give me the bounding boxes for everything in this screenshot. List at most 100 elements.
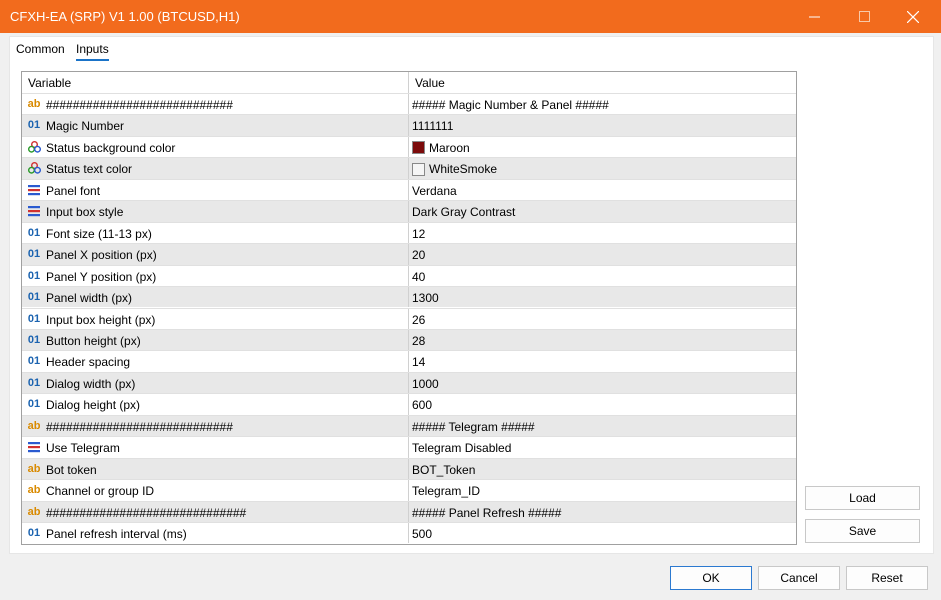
value-text: 1111111 <box>412 119 454 134</box>
load-button[interactable]: Load <box>805 486 920 510</box>
value-cell[interactable]: 28 <box>412 334 425 348</box>
save-button[interactable]: Save <box>805 519 920 543</box>
value-cell[interactable]: ##### Panel Refresh ##### <box>412 506 561 520</box>
column-divider <box>408 329 409 351</box>
integer-type-icon: 01 <box>27 398 41 411</box>
minimize-button[interactable] <box>791 0 837 33</box>
table-row[interactable]: ab Bot token BOT_Token <box>22 457 796 480</box>
close-icon <box>907 10 919 23</box>
value-cell[interactable]: ##### Magic Number & Panel ##### <box>412 98 609 112</box>
variable-cell: Magic Number <box>46 119 125 134</box>
close-button[interactable] <box>890 0 936 33</box>
table-row[interactable]: Status text color WhiteSmoke <box>22 157 796 179</box>
value-cell[interactable]: Dark Gray Contrast <box>412 205 515 219</box>
column-header-variable[interactable]: Variable <box>28 76 71 90</box>
variable-cell: Header spacing <box>46 355 131 370</box>
variable-cell: Status background color <box>46 140 176 155</box>
value-cell[interactable]: 26 <box>412 313 425 327</box>
table-row[interactable]: ab ############################ ##### Tele… <box>22 414 796 437</box>
value-cell[interactable]: Maroon <box>412 141 470 155</box>
table-row[interactable]: 01 Button height (px) 28 <box>22 328 796 351</box>
variable-cell: Use Telegram <box>46 441 120 456</box>
value-text: 20 <box>412 248 426 263</box>
title-bar: CFXH-EA (SRP) V1 1.00 (BTCUSD,H1) <box>0 0 941 33</box>
integer-type-icon: 01 <box>27 291 41 304</box>
value-cell[interactable]: 20 <box>412 248 425 262</box>
enum-type-icon <box>26 204 42 218</box>
integer-type-icon: 01 <box>27 226 41 239</box>
ok-button[interactable]: OK <box>670 566 752 590</box>
variable-cell: Input box style <box>46 205 124 220</box>
value-cell[interactable]: Telegram_ID <box>412 484 480 498</box>
integer-type-icon: 01 <box>27 333 41 346</box>
table-row[interactable]: 01 Panel width (px) 1300 <box>22 286 796 308</box>
table-row[interactable]: 01 Panel X position (px) 20 <box>22 243 796 265</box>
value-cell[interactable]: 14 <box>412 355 425 369</box>
cancel-button[interactable]: Cancel <box>758 566 840 590</box>
value-cell[interactable]: ##### Telegram ##### <box>412 420 535 434</box>
table-row[interactable]: 01 Panel Y position (px) 40 <box>22 264 796 287</box>
table-row[interactable]: 01 Panel refresh interval (ms) 500 <box>22 522 796 544</box>
column-divider <box>408 115 409 136</box>
table-row[interactable]: 01 Header spacing 14 <box>22 350 796 372</box>
value-text: BOT_Token <box>412 462 476 477</box>
table-row[interactable]: 01 Input box height (px) 26 <box>22 307 796 329</box>
table-row[interactable]: Status background color Maroon <box>22 135 796 158</box>
value-cell[interactable]: 1111111 <box>412 119 453 133</box>
variable-cell: Panel X position (px) <box>46 248 157 263</box>
variable-cell: Dialog height (px) <box>46 398 141 413</box>
value-cell[interactable]: WhiteSmoke <box>412 162 497 176</box>
table-row[interactable]: Panel font Verdana <box>22 178 796 201</box>
string-type-icon: ab <box>27 505 41 518</box>
value-cell[interactable]: 500 <box>412 527 432 541</box>
maximize-icon <box>858 11 870 22</box>
table-row[interactable]: ab ############################ ##### Magi… <box>22 93 796 115</box>
table-row[interactable]: 01 Dialog height (px) 600 <box>22 393 796 415</box>
reset-button[interactable]: Reset <box>846 566 928 590</box>
inputs-table[interactable]: Variable Value ab #######################… <box>21 71 797 545</box>
tab-common[interactable]: Common <box>16 42 65 56</box>
value-text: ##### Magic Number & Panel ##### <box>412 98 609 112</box>
column-divider <box>408 201 409 222</box>
variable-cell: Font size (11-13 px) <box>46 226 152 241</box>
variable-cell: Panel Y position (px) <box>46 269 157 284</box>
column-divider <box>408 308 409 329</box>
string-type-icon: ab <box>27 484 41 497</box>
value-text: 500 <box>412 527 433 541</box>
value-cell[interactable]: 40 <box>412 270 425 284</box>
column-divider <box>408 501 409 522</box>
table-row[interactable]: 01 Magic Number 1111111 <box>22 114 796 136</box>
column-divider[interactable] <box>408 72 409 93</box>
column-divider <box>408 458 409 480</box>
variable-cell: ############################ <box>46 98 233 112</box>
value-cell[interactable]: 1000 <box>412 377 439 391</box>
value-text: Telegram_ID <box>412 484 481 499</box>
value-text: 14 <box>412 355 426 370</box>
table-row[interactable]: Input box style Dark Gray Contrast <box>22 200 796 222</box>
tab-inputs[interactable]: Inputs <box>76 42 109 56</box>
column-divider <box>408 158 409 179</box>
value-cell[interactable]: 1300 <box>412 291 439 305</box>
value-text: 40 <box>412 269 426 284</box>
column-divider <box>408 372 409 394</box>
value-cell[interactable]: BOT_Token <box>412 463 475 477</box>
value-cell[interactable]: Telegram Disabled <box>412 441 511 455</box>
column-divider <box>408 94 409 115</box>
value-cell[interactable]: 12 <box>412 227 425 241</box>
column-divider <box>408 351 409 372</box>
table-row[interactable]: 01 Font size (11-13 px) 12 <box>22 221 796 244</box>
maximize-button[interactable] <box>841 0 887 33</box>
table-row[interactable]: 01 Dialog width (px) 1000 <box>22 371 796 394</box>
integer-type-icon: 01 <box>27 248 41 261</box>
value-text: 1300 <box>412 291 439 306</box>
color-swatch <box>412 141 425 155</box>
color-swatch <box>412 162 425 176</box>
table-row[interactable]: ab Channel or group ID Telegram_ID <box>22 479 796 501</box>
value-cell[interactable]: Verdana <box>412 184 457 198</box>
table-row[interactable]: ab ############################## ##### Pa… <box>22 500 796 522</box>
table-row[interactable]: Use Telegram Telegram Disabled <box>22 436 796 458</box>
column-header-value[interactable]: Value <box>415 76 445 90</box>
value-text: 12 <box>412 226 426 241</box>
variable-cell: ############################## <box>46 505 247 520</box>
value-cell[interactable]: 600 <box>412 398 432 412</box>
